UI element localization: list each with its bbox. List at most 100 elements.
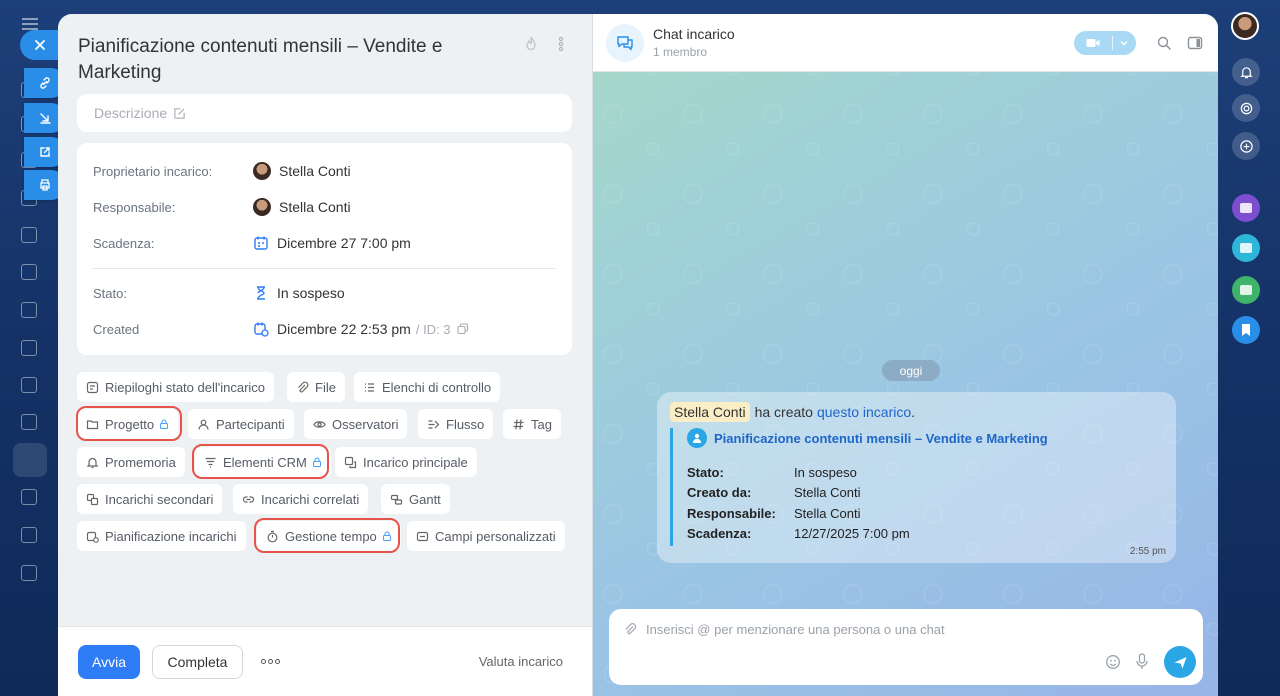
chip-observers[interactable]: Osservatori — [304, 409, 408, 439]
chip-label: Campi personalizzati — [435, 528, 556, 544]
chip-parent-task[interactable]: Incarico principale — [335, 447, 477, 477]
recent-chat-avatar[interactable] — [1232, 234, 1260, 262]
rate-task-link[interactable]: Valuta incarico — [479, 654, 563, 669]
chip-label: Incarichi secondari — [105, 491, 214, 507]
date-separator: oggi — [882, 360, 940, 381]
gantt-icon — [390, 494, 403, 505]
message-composer[interactable]: Inserisci @ per menzionare una persona o… — [609, 609, 1203, 685]
edit-icon — [174, 107, 185, 119]
chip-label: Partecipanti — [216, 416, 285, 432]
chip-label: Riepiloghi stato dell'incarico — [105, 379, 266, 395]
sidebar-toggle-icon[interactable] — [1187, 35, 1203, 51]
eye-icon — [313, 420, 326, 428]
send-button[interactable] — [1164, 646, 1196, 678]
message-period: . — [911, 404, 916, 420]
chip-label: File — [315, 379, 336, 395]
status-row: Stato: In sospeso — [93, 282, 345, 304]
calendar-clock-icon — [254, 322, 269, 337]
chat-avatar[interactable] — [606, 24, 644, 62]
microphone-icon[interactable] — [1135, 653, 1149, 670]
bell-icon — [86, 457, 99, 468]
recent-chat-avatar[interactable] — [1232, 194, 1260, 222]
contacts-icon[interactable] — [21, 414, 37, 430]
chip-summaries[interactable]: Riepiloghi stato dell'incarico — [77, 372, 275, 402]
quote-row: Creato da: Stella Conti — [687, 485, 861, 500]
more-vertical-icon[interactable] — [553, 36, 569, 52]
highlight-crm — [192, 444, 329, 479]
chip-label: Osservatori — [332, 416, 399, 432]
chip-label: Elenchi di controllo — [382, 379, 492, 395]
message-body: ha creato — [754, 404, 813, 420]
recent-chat-avatar[interactable] — [1232, 276, 1260, 304]
created-label: Created — [93, 321, 140, 337]
task-title[interactable]: Pianificazione contenuti mensili – Vendi… — [78, 34, 498, 86]
complete-button[interactable]: Completa — [152, 645, 243, 679]
copy-icon[interactable] — [456, 323, 469, 335]
quote-title: Pianificazione contenuti mensili – Vendi… — [714, 430, 1048, 446]
task-footer: Avvia Completa Valuta incarico — [58, 626, 592, 696]
chip-subtasks[interactable]: Incarichi secondari — [77, 484, 223, 514]
close-slider-button[interactable] — [20, 30, 60, 60]
chip-related[interactable]: Incarichi correlati — [233, 484, 369, 514]
hash-icon — [513, 418, 524, 430]
deadline-label: Scadenza: — [93, 235, 155, 251]
description-placeholder: Descrizione — [94, 105, 168, 121]
chip-reminder[interactable]: Promemoria — [77, 447, 185, 477]
copilot-button[interactable] — [1232, 94, 1260, 122]
chevron-down-icon — [1120, 41, 1128, 46]
description-field[interactable]: Descrizione — [77, 94, 572, 132]
chip-label: Gantt — [409, 491, 441, 507]
start-button[interactable]: Avvia — [78, 645, 140, 679]
flame-icon[interactable] — [523, 36, 539, 52]
document-icon[interactable] — [21, 264, 37, 280]
planner-icon[interactable] — [21, 527, 37, 543]
highlight-time-tracking — [254, 518, 400, 553]
mail-icon[interactable] — [21, 377, 37, 393]
quote-title-row[interactable]: Pianificazione contenuti mensili – Vendi… — [687, 428, 1048, 448]
created-row: Created Dicembre 22 2:53 pm / ID: 3 — [93, 318, 469, 340]
more-actions-button[interactable] — [258, 651, 282, 671]
mention-user[interactable]: Stella Conti — [670, 402, 750, 422]
video-call-button[interactable] — [1074, 31, 1136, 55]
chip-label: Pianificazione incarichi — [105, 528, 237, 544]
chip-files[interactable]: File — [287, 372, 345, 402]
chip-flow[interactable]: Flusso — [418, 409, 494, 439]
bookmark-icon — [1242, 324, 1250, 336]
spiral-icon — [1240, 102, 1252, 114]
deadline-row: Scadenza: Dicembre 27 7:00 pm — [93, 232, 411, 254]
card-icon[interactable] — [21, 340, 37, 356]
chip-custom-fields[interactable]: Campi personalizzati — [407, 521, 565, 551]
chip-label: Incarichi correlati — [261, 491, 360, 507]
close-icon — [35, 40, 45, 50]
chip-participants[interactable]: Partecipanti — [188, 409, 294, 439]
active-tasks-tile[interactable] — [13, 443, 47, 477]
paperclip-icon[interactable] — [623, 622, 637, 636]
quote-row: Scadenza: 12/27/2025 7:00 pm — [687, 526, 910, 541]
chat-background-pattern — [593, 14, 1218, 696]
menu-icon[interactable] — [22, 18, 38, 30]
emoji-icon[interactable] — [1105, 654, 1121, 670]
responsible-row: Responsabile: Stella Conti — [93, 196, 351, 218]
owner-value[interactable]: Stella Conti — [253, 162, 351, 180]
search-icon[interactable] — [1156, 35, 1172, 51]
bookmark-chat-button[interactable] — [1232, 316, 1260, 344]
filter-icon[interactable] — [21, 489, 37, 505]
task-link[interactable]: questo incarico — [817, 404, 911, 420]
paperclip-icon — [298, 381, 309, 392]
deadline-value[interactable]: Dicembre 27 7:00 pm — [253, 235, 411, 251]
chip-checklists[interactable]: Elenchi di controllo — [354, 372, 501, 402]
chip-gantt[interactable]: Gantt — [381, 484, 450, 514]
chat-members-count[interactable]: 1 membro — [653, 45, 707, 59]
chip-tag[interactable]: Tag — [503, 409, 561, 439]
store-icon[interactable] — [21, 565, 37, 581]
calendar-icon[interactable] — [21, 227, 37, 243]
board-icon[interactable] — [21, 302, 37, 318]
user-avatar[interactable] — [1231, 12, 1259, 40]
notifications-button[interactable] — [1232, 58, 1260, 86]
chip-planning[interactable]: Pianificazione incarichi — [77, 521, 246, 551]
responsible-value[interactable]: Stella Conti — [253, 198, 351, 216]
calendar-clock-icon — [86, 531, 99, 543]
messenger-button[interactable] — [1232, 132, 1260, 160]
task-id: / ID: 3 — [415, 321, 451, 337]
divider — [93, 268, 556, 269]
